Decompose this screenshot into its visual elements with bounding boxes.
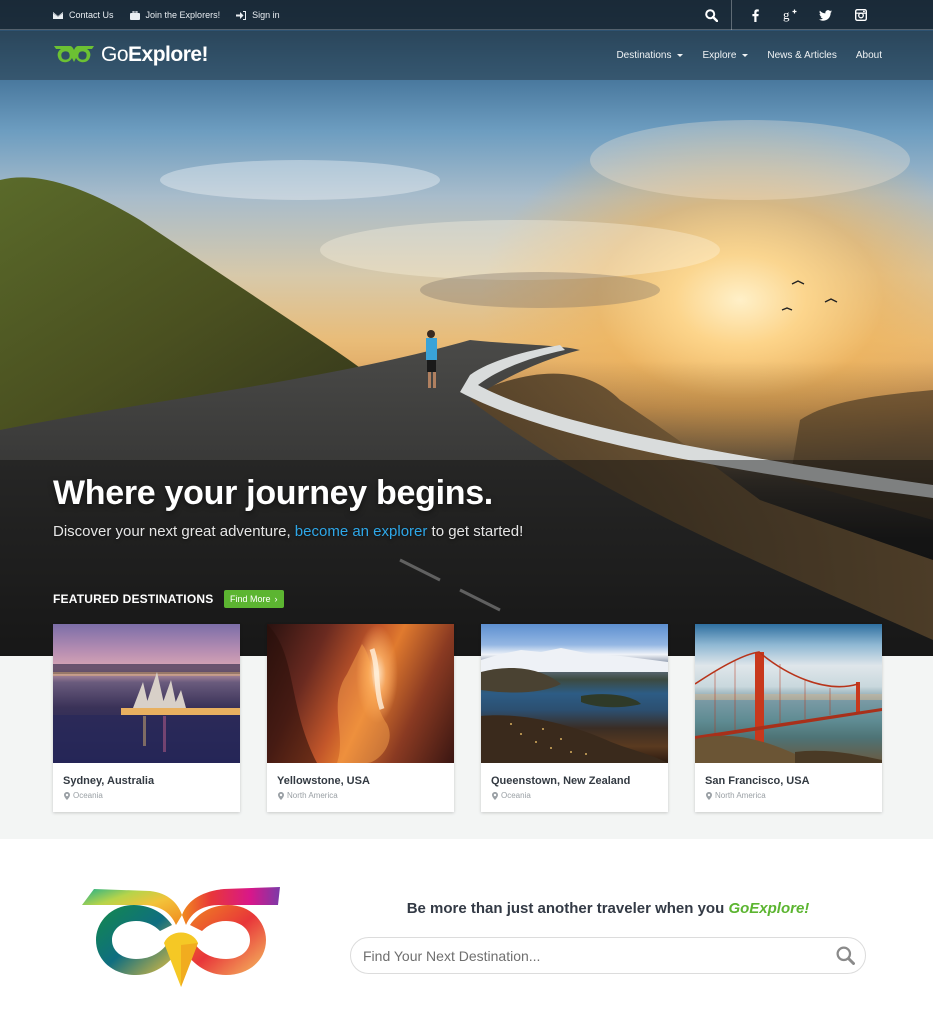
facebook-icon: [752, 8, 759, 22]
antelope-canyon-image: [267, 624, 454, 763]
caret-down-icon: [677, 54, 684, 57]
card-title: Queenstown, New Zealand: [491, 775, 631, 787]
envelope-icon: [53, 11, 63, 19]
svg-text:g: g: [783, 8, 790, 22]
instagram-link[interactable]: [843, 0, 878, 30]
nav-destinations[interactable]: Destinations: [616, 50, 684, 61]
card-region: North America: [278, 791, 454, 800]
top-search-button[interactable]: [692, 0, 732, 30]
destination-search-input[interactable]: [363, 947, 825, 964]
card-region: Oceania: [64, 791, 240, 800]
map-marker-icon: [706, 791, 712, 800]
destination-card-sydney[interactable]: Sydney, Australia Oceania: [53, 624, 240, 812]
brand-highlight: GoExplore!: [728, 900, 810, 917]
main-navbar: GoExplore! Destinations Explore News & A…: [0, 31, 933, 80]
hero-landscape-image: [0, 120, 933, 656]
caret-down-icon: [742, 54, 749, 57]
site-logo[interactable]: GoExplore!: [53, 43, 209, 67]
become-explorer-link[interactable]: become an explorer: [295, 523, 428, 540]
google-plus-icon: g: [783, 8, 797, 22]
chevron-right-icon: ›: [274, 594, 278, 604]
social-links: g: [732, 0, 878, 30]
instagram-icon: [854, 9, 867, 21]
find-more-button[interactable]: Find More ›: [224, 590, 284, 608]
nav-about[interactable]: About: [856, 50, 882, 61]
nav-menu: Destinations Explore News & Articles Abo…: [616, 31, 882, 80]
hero-headline: Where your journey begins.: [53, 474, 493, 512]
briefcase-icon: [129, 10, 140, 20]
destination-search-button[interactable]: [825, 937, 865, 974]
search-icon: [836, 946, 855, 965]
card-region: Oceania: [492, 791, 668, 800]
nav-explore[interactable]: Explore: [702, 50, 749, 61]
google-plus-link[interactable]: g: [773, 0, 808, 30]
hero-banner: [0, 0, 933, 656]
top-bar: Contact Us Join the Explorers! Sign in g: [0, 0, 933, 30]
sign-in-link[interactable]: Sign in: [236, 10, 280, 20]
sydney-opera-house-image: [53, 624, 240, 763]
top-links: Contact Us Join the Explorers! Sign in: [53, 0, 280, 30]
search-icon: [705, 8, 718, 22]
card-title: Yellowstone, USA: [277, 775, 370, 787]
featured-destinations-heading: FEATURED DESTINATIONS: [53, 592, 214, 606]
destination-cards: Sydney, Australia Oceania Yellowstone, U…: [53, 624, 882, 812]
owl-logo-icon: [54, 46, 94, 63]
card-region: North America: [706, 791, 882, 800]
join-explorers-link[interactable]: Join the Explorers!: [129, 10, 220, 20]
twitter-icon: [819, 9, 832, 21]
sign-in-icon: [236, 10, 247, 20]
map-marker-icon: [278, 791, 284, 800]
destination-search-bar: [350, 937, 866, 974]
cta-tagline: Be more than just another traveler when …: [406, 900, 810, 917]
twitter-link[interactable]: [808, 0, 843, 30]
facebook-link[interactable]: [738, 0, 773, 30]
map-marker-icon: [64, 791, 70, 800]
queenstown-lake-image: [481, 624, 668, 763]
brand-name: GoExplore!: [101, 43, 209, 66]
map-marker-icon: [492, 791, 498, 800]
nav-news-articles[interactable]: News & Articles: [767, 50, 836, 61]
top-right-actions: g: [692, 0, 878, 30]
colorful-owl-logo-icon: [82, 887, 280, 987]
contact-us-link[interactable]: Contact Us: [53, 10, 114, 20]
destination-card-san-francisco[interactable]: San Francisco, USA North America: [695, 624, 882, 812]
card-title: San Francisco, USA: [705, 775, 810, 787]
destination-card-queenstown[interactable]: Queenstown, New Zealand Oceania: [481, 624, 668, 812]
destination-card-yellowstone[interactable]: Yellowstone, USA North America: [267, 624, 454, 812]
golden-gate-bridge-image: [695, 624, 882, 763]
hero-subline: Discover your next great adventure, beco…: [53, 523, 524, 540]
card-title: Sydney, Australia: [63, 775, 155, 787]
